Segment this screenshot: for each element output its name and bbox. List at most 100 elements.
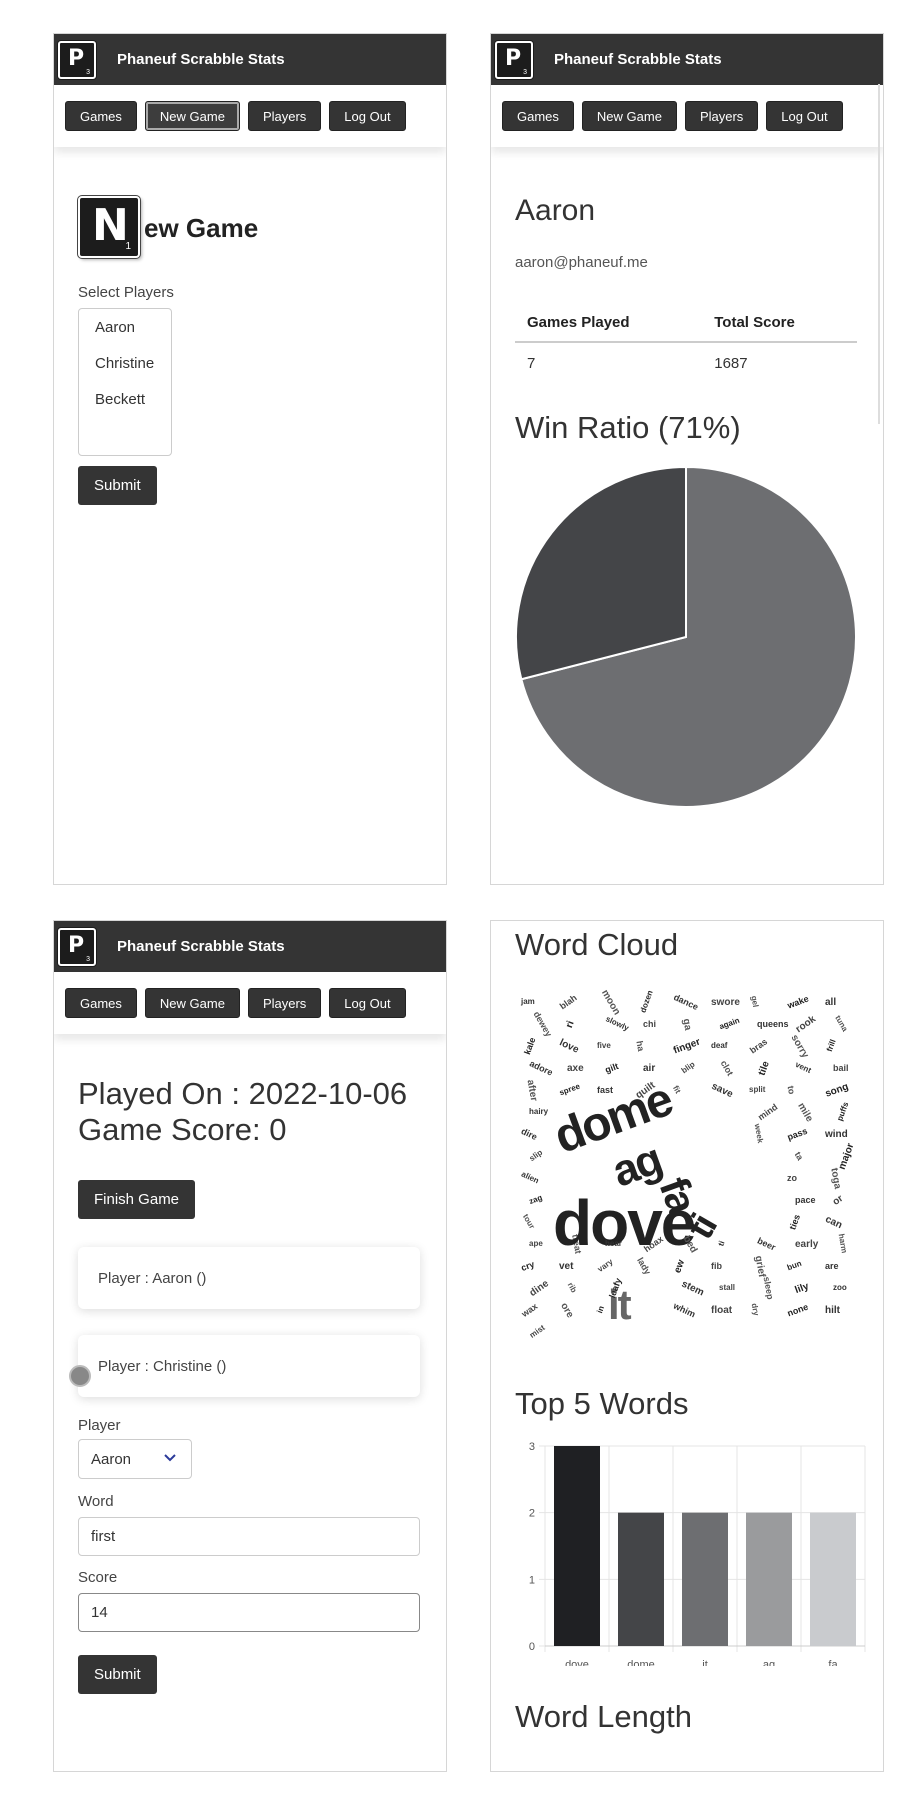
new-game-button[interactable]: New Game xyxy=(144,988,240,1018)
word-cloud-word: deaf xyxy=(711,1041,728,1050)
word-cloud-word: axe xyxy=(567,1063,584,1074)
word-cloud-word: ore xyxy=(558,1301,576,1320)
submit-button[interactable]: Submit xyxy=(78,466,157,505)
score-input[interactable]: 14 xyxy=(78,1593,420,1632)
navbar: P3 Phaneuf Scrabble Stats xyxy=(54,921,446,972)
brand-title[interactable]: Phaneuf Scrabble Stats xyxy=(117,938,285,955)
x-tick-label: it xyxy=(702,1659,708,1666)
player-panel: P3 Phaneuf Scrabble Stats Games New Game… xyxy=(490,33,884,885)
player-option-aaron[interactable]: Aaron xyxy=(95,319,171,345)
word-cloud-word: slowly xyxy=(604,1014,631,1033)
games-button[interactable]: Games xyxy=(65,988,137,1018)
word-cloud-word: tuna xyxy=(833,1013,850,1034)
table-header: Games Played xyxy=(515,304,703,343)
score-label: Score xyxy=(78,1569,118,1586)
new-game-button[interactable]: New Game xyxy=(144,101,240,131)
player-card-christine[interactable]: Player : Christine () xyxy=(78,1335,420,1397)
games-button[interactable]: Games xyxy=(502,101,574,131)
y-tick-label: 1 xyxy=(529,1574,535,1586)
word-cloud-word: major xyxy=(836,1141,857,1172)
players-button[interactable]: Players xyxy=(247,988,322,1018)
word-cloud-word: bun xyxy=(785,1258,803,1273)
word-cloud-word: ti xyxy=(716,1239,727,1248)
player-card-aaron[interactable]: Player : Aaron () xyxy=(78,1247,420,1309)
player-label: Player xyxy=(78,1417,121,1434)
word-cloud-word: ha xyxy=(634,1039,647,1053)
players-select[interactable]: Aaron Christine Beckett xyxy=(78,308,172,456)
brand-title[interactable]: Phaneuf Scrabble Stats xyxy=(117,51,285,68)
word-cloud-word: to xyxy=(785,1084,797,1096)
word-cloud-word: hilt xyxy=(825,1305,840,1316)
word-cloud-word: blah xyxy=(557,992,579,1012)
word-cloud-word: kale xyxy=(522,1036,538,1056)
finish-game-button[interactable]: Finish Game xyxy=(78,1180,196,1219)
word-cloud-word: queens xyxy=(757,1019,789,1029)
word-cloud-word: love xyxy=(557,1037,581,1056)
word-cloud-word: rib xyxy=(565,1280,579,1295)
players-button[interactable]: Players xyxy=(684,101,759,131)
player-select[interactable]: Aaron xyxy=(78,1439,192,1479)
word-cloud-word: harm xyxy=(836,1233,849,1254)
word-cloud-word: mile xyxy=(795,1101,815,1124)
word-cloud-word: ta xyxy=(792,1150,806,1162)
players-button[interactable]: Players xyxy=(247,101,322,131)
player-select-value: Aaron xyxy=(91,1450,132,1468)
word-cloud-word: zo xyxy=(787,1173,797,1183)
word-cloud-word: dry xyxy=(749,1302,761,1317)
nav-button-bar: Games New Game Players Log Out xyxy=(54,85,446,147)
word-cloud-word: alien xyxy=(519,1169,541,1186)
new-game-button[interactable]: New Game xyxy=(581,101,677,131)
word-cloud-word: stall xyxy=(719,1283,736,1292)
word-cloud-word: save xyxy=(709,1080,735,1101)
y-tick-label: 0 xyxy=(529,1641,535,1653)
games-played-value: 7 xyxy=(527,355,536,372)
word-input[interactable]: first xyxy=(78,1517,420,1556)
word-cloud-word: clot xyxy=(718,1058,736,1078)
logo-tile-icon[interactable]: P3 xyxy=(495,40,533,79)
table-header: Total Score xyxy=(702,304,857,343)
word-cloud-word: hairy xyxy=(529,1107,549,1116)
game-header: Played On : 2022-10-06 Game Score: 0 xyxy=(78,1076,407,1148)
word-cloud-word: pace xyxy=(795,1195,816,1205)
page-title: N1 ew Game xyxy=(78,196,258,258)
player-option-beckett[interactable]: Beckett xyxy=(95,391,171,417)
bar-dome xyxy=(618,1512,664,1646)
word-cloud-word: jam xyxy=(521,997,535,1006)
scrollbar[interactable] xyxy=(878,84,880,424)
log-out-button[interactable]: Log Out xyxy=(329,101,406,131)
logo-tile-icon[interactable]: P3 xyxy=(58,40,96,79)
word-cloud-word: in xyxy=(595,1304,606,1315)
player-stats-table: Games Played Total Score 7 1687 xyxy=(515,304,857,384)
word-cloud-word: ties xyxy=(787,1213,803,1231)
brand-title[interactable]: Phaneuf Scrabble Stats xyxy=(554,51,722,68)
word-cloud-word: whim xyxy=(671,1300,698,1320)
submit-button[interactable]: Submit xyxy=(78,1655,157,1694)
bar-dove xyxy=(554,1446,600,1646)
player-name: Aaron xyxy=(515,194,596,227)
word-cloud-word: swore xyxy=(711,997,740,1008)
nav-button-bar: Games New Game Players Log Out xyxy=(54,972,446,1034)
word-cloud-word: ga xyxy=(680,1017,694,1032)
word-cloud-word: are xyxy=(825,1261,839,1271)
word-cloud-word: dozen xyxy=(638,989,655,1014)
navbar: P3 Phaneuf Scrabble Stats xyxy=(491,34,883,85)
word-cloud-word: fit xyxy=(670,1083,683,1096)
chevron-down-icon xyxy=(164,1454,176,1462)
log-out-button[interactable]: Log Out xyxy=(766,101,843,131)
word-cloud-word: ape xyxy=(529,1239,543,1248)
total-score-value: 1687 xyxy=(714,355,748,372)
word-cloud-word: grief xyxy=(752,1254,768,1279)
word-cloud-word: wax xyxy=(519,1301,540,1319)
stats-panel: Word Cloud jam blah moon dozen dance swore gel… xyxy=(490,920,884,1772)
log-out-button[interactable]: Log Out xyxy=(329,988,406,1018)
player-option-christine[interactable]: Christine xyxy=(95,355,171,381)
games-button[interactable]: Games xyxy=(65,101,137,131)
game-score-text: Game Score: 0 xyxy=(78,1112,287,1147)
word-cloud-word: ri xyxy=(564,1019,577,1030)
logo-tile-icon[interactable]: P3 xyxy=(58,927,96,966)
word-cloud-word: stem xyxy=(679,1278,706,1299)
word-cloud-word: dance xyxy=(672,991,700,1013)
top-words-chart: 0 1 2 3 dove dome it ag fa xyxy=(529,1441,866,1666)
word-cloud-word: or xyxy=(830,1193,846,1208)
word-cloud-word: all xyxy=(825,997,837,1008)
